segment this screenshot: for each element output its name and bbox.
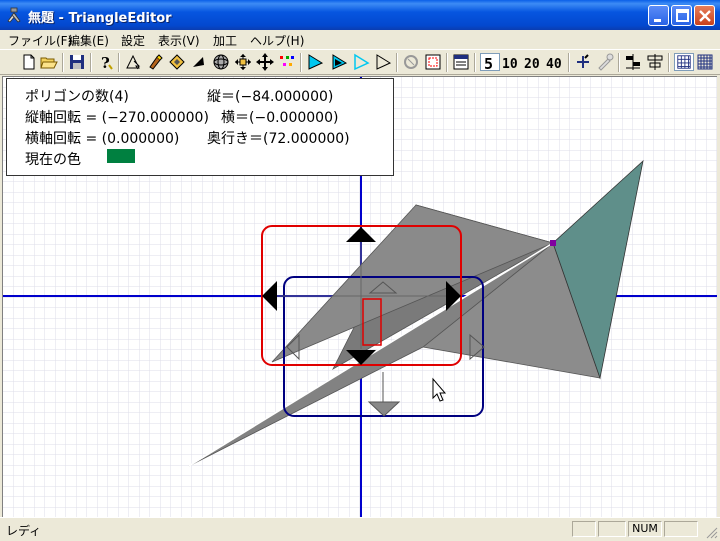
grid-icon [677, 55, 691, 69]
align-left-icon[interactable] [624, 53, 642, 71]
lasso-icon[interactable] [402, 53, 420, 71]
color-points-icon[interactable] [278, 53, 296, 71]
eyedropper-icon[interactable] [596, 53, 614, 71]
maximize-icon [676, 9, 689, 22]
grid-button[interactable] [674, 53, 694, 71]
align-right-icon[interactable] [646, 53, 664, 71]
triangle-solid-icon[interactable] [306, 53, 324, 71]
info-panel: ポリゴンの数(4) 縦＝(−84.000000) 縦軸回転 = (−270.00… [6, 78, 394, 176]
fill-icon[interactable] [190, 53, 208, 71]
svg-text:?: ? [101, 54, 110, 71]
scale-icon[interactable] [234, 53, 252, 71]
triangle-outline-blue-icon[interactable] [330, 53, 348, 71]
menu-bar: ファイル(F) 編集(E) 設定 表示(V) 加工 ヘルプ(H) [0, 30, 720, 49]
toolbar-separator [118, 53, 120, 72]
current-color-swatch[interactable] [107, 149, 135, 163]
grid-select-icon[interactable] [424, 53, 442, 71]
menu-view[interactable]: 表示(V) [158, 32, 200, 49]
menu-file[interactable]: ファイル(F) [8, 32, 72, 49]
status-pane-4 [664, 521, 698, 537]
minimize-icon [654, 19, 661, 22]
horizontal-rotation: 横軸回転 = (0.000000) [25, 131, 180, 147]
vertical-value: 縦＝(−84.000000) [207, 89, 334, 105]
twenty-label: 20 [524, 57, 540, 71]
five-label: 5 [484, 55, 493, 72]
depth-value: 奥行き＝(72.000000) [207, 131, 350, 147]
close-icon [699, 10, 711, 22]
title-bar[interactable]: 無題 - TriangleEditor [0, 0, 720, 30]
toolbar-separator [568, 53, 570, 72]
status-text: レディ [6, 524, 42, 538]
app-icon [7, 7, 21, 23]
vertex-handle[interactable] [550, 240, 556, 246]
pin-icon[interactable] [574, 53, 592, 71]
five-icon: 5 [484, 55, 493, 73]
toolbar-separator [474, 53, 476, 72]
horizontal-value: 横＝(−0.000000) [221, 110, 339, 126]
five-button[interactable]: 5 [480, 53, 500, 73]
move-icon[interactable] [168, 53, 186, 71]
sphere-icon[interactable] [212, 53, 230, 71]
twenty-icon[interactable]: 20 [524, 53, 544, 71]
panel-icon[interactable] [452, 53, 470, 71]
toolbar-separator [618, 53, 620, 72]
num-lock-indicator: NUM [628, 521, 662, 537]
menu-edit[interactable]: 編集(E) [68, 32, 109, 49]
grid-fine-icon[interactable] [696, 53, 714, 71]
triangle-light-icon[interactable] [352, 53, 370, 71]
toolbar-separator [396, 53, 398, 72]
toolbar-separator [446, 53, 448, 72]
triangle-outline-icon[interactable] [374, 53, 392, 71]
minimize-button[interactable] [648, 5, 669, 26]
status-pane-2 [598, 521, 626, 537]
menu-settings[interactable]: 設定 [121, 32, 145, 49]
forty-icon[interactable]: 40 [546, 53, 566, 71]
status-pane-1 [572, 521, 596, 537]
paint-icon[interactable] [146, 53, 164, 71]
application-window: 無題 - TriangleEditor ファイル(F) 編集(E) 設定 表示(… [0, 0, 720, 541]
toolbar-separator [668, 53, 670, 72]
open-icon[interactable] [40, 53, 58, 71]
menu-help[interactable]: ヘルプ(H) [250, 32, 304, 49]
help-icon[interactable]: ? [96, 53, 114, 71]
maximize-button[interactable] [671, 5, 692, 26]
new-icon[interactable] [20, 53, 38, 71]
polygon-count: ポリゴンの数(4) [25, 89, 129, 105]
toolbar-separator [62, 53, 64, 72]
toolbar-separator [90, 53, 92, 72]
select-icon[interactable] [124, 53, 142, 71]
ten-icon[interactable]: 10 [502, 53, 522, 71]
resize-grip-icon[interactable] [704, 525, 718, 539]
save-icon[interactable] [68, 53, 86, 71]
toolbar-separator [300, 53, 302, 72]
status-bar: レディ NUM [0, 517, 720, 541]
forty-label: 40 [546, 57, 562, 71]
close-button[interactable] [694, 5, 715, 26]
ten-label: 10 [502, 57, 518, 71]
vertical-rotation: 縦軸回転 = (−270.000000) [25, 110, 209, 126]
window-title: 無題 - TriangleEditor [28, 11, 172, 26]
current-color-label: 現在の色 [25, 152, 81, 168]
menu-process[interactable]: 加工 [213, 32, 237, 49]
toolbar: ? 5 10 20 40 [0, 49, 720, 75]
translate-icon[interactable] [256, 53, 274, 71]
